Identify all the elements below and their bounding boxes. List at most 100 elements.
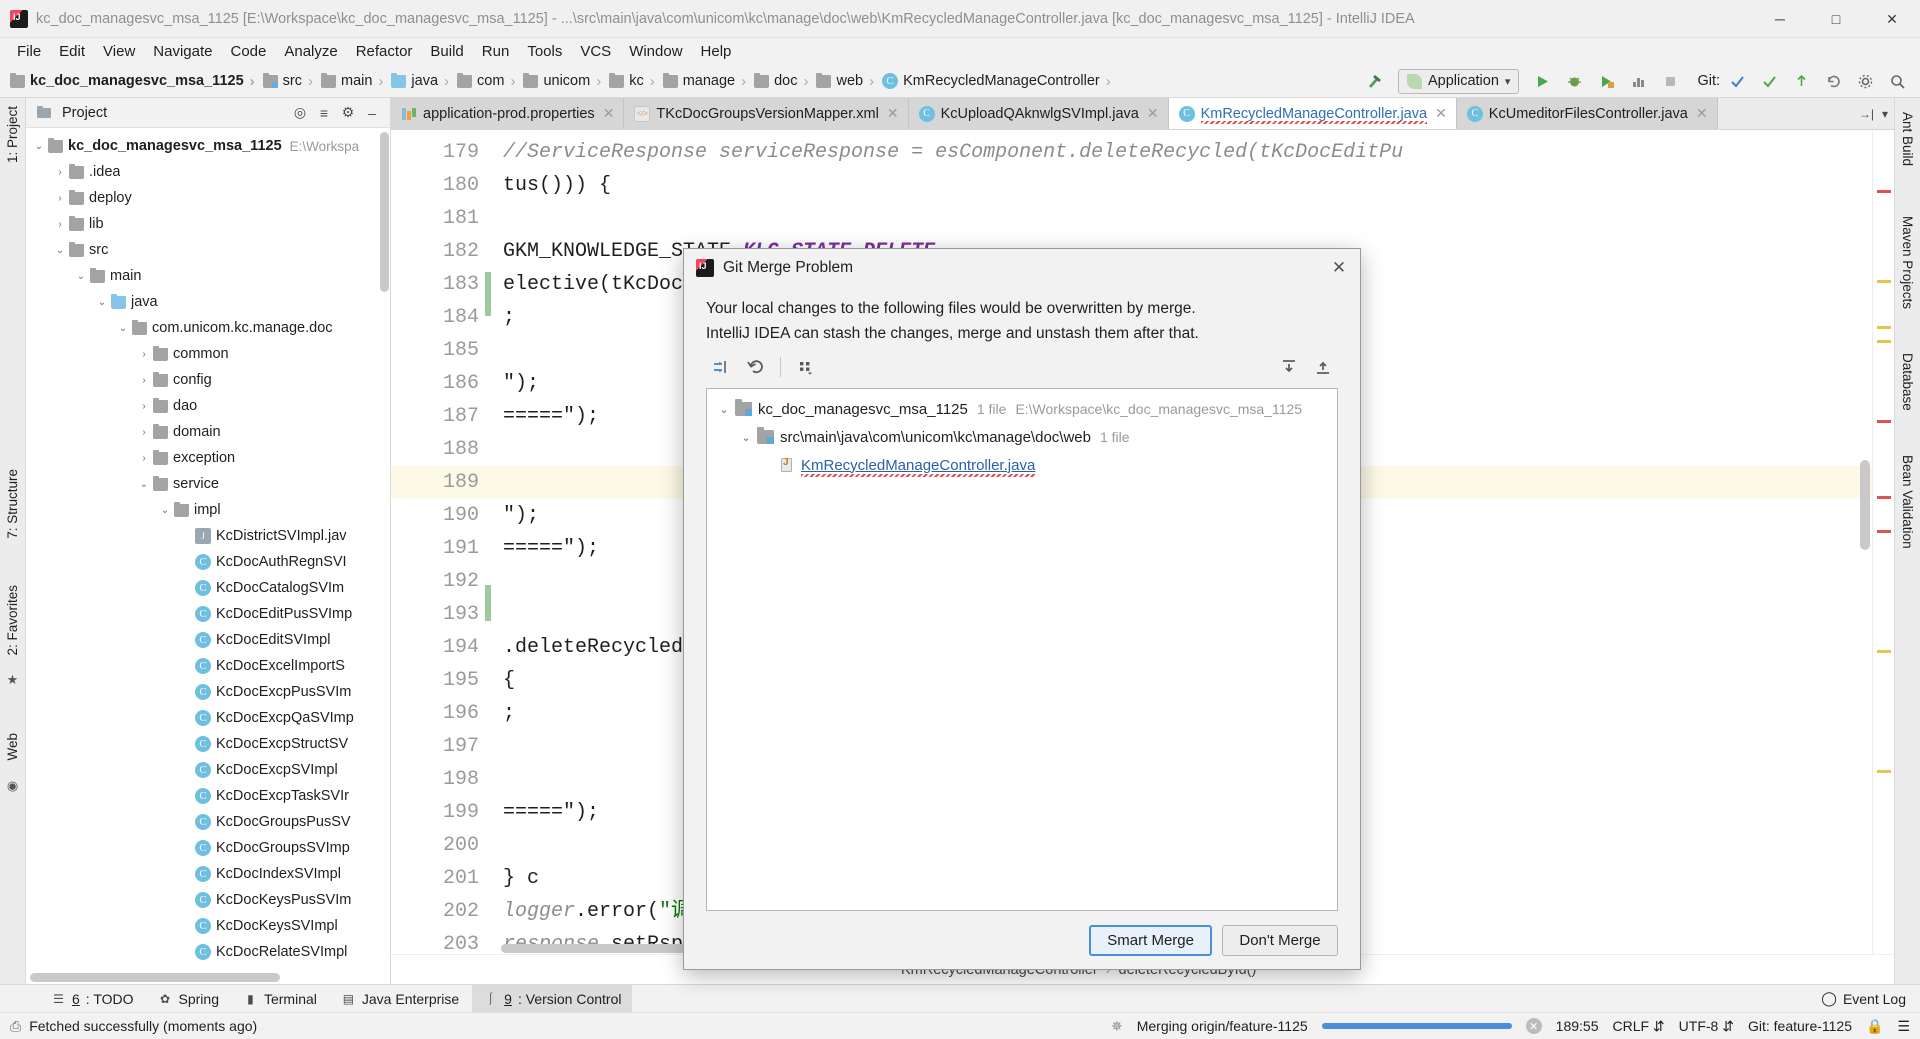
editor-tab[interactable]: C KcUploadQAknwlgSVImpl.java ✕ bbox=[908, 98, 1169, 129]
tree-expander-icon[interactable]: ⌄ bbox=[51, 245, 69, 256]
tab-list-icon[interactable]: →| bbox=[1859, 107, 1874, 121]
tree-expander-icon[interactable]: ⌄ bbox=[713, 403, 735, 416]
collapse-all-icon[interactable] bbox=[706, 353, 736, 381]
breadcrumb-web[interactable]: web › bbox=[812, 69, 878, 93]
breadcrumb-class[interactable]: C KmRecycledManageController › bbox=[878, 69, 1115, 93]
maximize-button[interactable]: □ bbox=[1808, 0, 1864, 38]
git-update-icon[interactable] bbox=[1722, 68, 1752, 94]
collapse-all-icon[interactable]: ≡ bbox=[312, 102, 336, 124]
strip-tab-project[interactable]: 1: Project bbox=[1, 98, 24, 171]
editor-tab[interactable]: </> TKcDocGroupsVersionMapper.xml ✕ bbox=[624, 98, 909, 129]
menu-refactor[interactable]: Refactor bbox=[347, 40, 422, 63]
tree-expander-icon[interactable]: › bbox=[135, 401, 153, 412]
menu-run[interactable]: Run bbox=[473, 40, 519, 63]
gear-icon[interactable]: ⚙ bbox=[336, 102, 360, 124]
menu-view[interactable]: View bbox=[94, 40, 144, 63]
revert-icon[interactable] bbox=[740, 353, 770, 381]
project-tree-row[interactable]: › config bbox=[26, 367, 390, 393]
project-tree-row[interactable]: C KcDocKeysSVImpl bbox=[26, 913, 390, 939]
git-branch-widget[interactable]: Git: feature-1125 bbox=[1748, 1018, 1852, 1034]
tree-expander-icon[interactable]: ⌄ bbox=[114, 323, 132, 334]
status-message[interactable]: Fetched successfully (moments ago) bbox=[29, 1018, 257, 1034]
menu-vcs[interactable]: VCS bbox=[571, 40, 620, 63]
debug-button[interactable] bbox=[1559, 68, 1589, 94]
project-tree-row[interactable]: C KcDocExcpPusSVIm bbox=[26, 679, 390, 705]
lock-icon[interactable]: 🔒 bbox=[1866, 1018, 1883, 1035]
breadcrumb-java[interactable]: java › bbox=[387, 69, 453, 93]
dialog-close-button[interactable]: ✕ bbox=[1326, 255, 1352, 281]
tab-overflow-control[interactable]: →| ▾ bbox=[1852, 98, 1894, 129]
git-commit-icon[interactable] bbox=[1754, 68, 1784, 94]
project-horizontal-scrollbar[interactable] bbox=[30, 973, 280, 982]
error-stripe-markers[interactable] bbox=[1872, 130, 1894, 954]
project-tree-row[interactable]: ⌄ kc_doc_managesvc_msa_1125 E:\Workspa bbox=[26, 133, 390, 159]
breadcrumb-project[interactable]: kc_doc_managesvc_msa_1125 › bbox=[6, 69, 259, 93]
close-icon[interactable]: ✕ bbox=[887, 105, 899, 122]
project-tree-row[interactable]: › lib bbox=[26, 211, 390, 237]
breadcrumb-doc[interactable]: doc › bbox=[750, 69, 812, 93]
tree-expander-icon[interactable]: › bbox=[135, 427, 153, 438]
breadcrumb-unicom[interactable]: unicom › bbox=[519, 69, 605, 93]
search-icon[interactable] bbox=[1882, 68, 1912, 94]
project-tree-row[interactable]: ⌄ java bbox=[26, 289, 390, 315]
undo-icon[interactable] bbox=[1818, 68, 1848, 94]
strip-tab-ant-build[interactable]: Ant Build bbox=[1896, 104, 1919, 174]
project-tree-row[interactable]: C KcDocExcpStructSV bbox=[26, 731, 390, 757]
tree-expander-icon[interactable]: ⌄ bbox=[30, 141, 48, 152]
menu-analyze[interactable]: Analyze bbox=[275, 40, 346, 63]
editor-tab[interactable]: C KcUmeditorFilesController.java ✕ bbox=[1456, 98, 1718, 129]
editor-vertical-scrollbar[interactable] bbox=[1860, 460, 1870, 550]
chevron-down-icon[interactable]: ▾ bbox=[1882, 107, 1888, 121]
tree-expander-icon[interactable]: › bbox=[51, 193, 69, 204]
close-icon[interactable]: ✕ bbox=[1435, 105, 1447, 122]
project-tree-row[interactable]: › common bbox=[26, 341, 390, 367]
project-tree-row[interactable]: C KcDocEditSVImpl bbox=[26, 627, 390, 653]
tree-expander-icon[interactable]: › bbox=[51, 219, 69, 230]
globe-icon[interactable]: ◉ bbox=[4, 777, 22, 795]
tool-window-button[interactable]: ▮ Terminal bbox=[232, 985, 328, 1013]
project-tree-row[interactable]: J KcDistrictSVImpl.jav bbox=[26, 523, 390, 549]
project-tree-row[interactable]: ⌄ com.unicom.kc.manage.doc bbox=[26, 315, 390, 341]
run-configuration-selector[interactable]: Application ▾ bbox=[1397, 68, 1520, 94]
project-tree-row[interactable]: ⌄ src bbox=[26, 237, 390, 263]
cancel-progress-button[interactable]: ✕ bbox=[1525, 1018, 1542, 1034]
project-tree-row[interactable]: › deploy bbox=[26, 185, 390, 211]
project-tree-row[interactable]: C KcDocEditPusSVImp bbox=[26, 601, 390, 627]
strip-tab-web[interactable]: Web bbox=[1, 725, 24, 769]
smart-merge-button[interactable]: Smart Merge bbox=[1089, 924, 1212, 956]
menu-help[interactable]: Help bbox=[692, 40, 741, 63]
breadcrumb-kc[interactable]: kc › bbox=[605, 69, 659, 93]
project-tree[interactable]: ⌄ kc_doc_managesvc_msa_1125 E:\Workspa › .id… bbox=[26, 128, 390, 984]
menu-window[interactable]: Window bbox=[620, 40, 691, 63]
breadcrumb-main[interactable]: main › bbox=[317, 69, 387, 93]
dialog-tree-row[interactable]: ⌄ kc_doc_managesvc_msa_1125 1 file E:\Works… bbox=[707, 395, 1337, 423]
settings-gear-icon[interactable] bbox=[1850, 68, 1880, 94]
menu-navigate[interactable]: Navigate bbox=[144, 40, 221, 63]
dialog-tree-row[interactable]: ⌄ src\main\java\com\unicom\kc\manage\doc\… bbox=[707, 423, 1337, 451]
project-tree-row[interactable]: › .idea bbox=[26, 159, 390, 185]
project-tree-row[interactable]: C KcDocIndexSVImpl bbox=[26, 861, 390, 887]
collapse-all-right-icon[interactable] bbox=[1308, 353, 1338, 381]
menu-build[interactable]: Build bbox=[421, 40, 472, 63]
project-tree-row[interactable]: ⌄ main bbox=[26, 263, 390, 289]
strip-tab-maven[interactable]: Maven Projects bbox=[1896, 208, 1919, 317]
breadcrumb-src[interactable]: src › bbox=[259, 69, 317, 93]
project-tree-row[interactable]: C KcDocCatalogSVIm bbox=[26, 575, 390, 601]
project-tree-row[interactable]: C KcDocExcpSVImpl bbox=[26, 757, 390, 783]
project-tree-row[interactable]: ⌄ impl bbox=[26, 497, 390, 523]
strip-tab-structure[interactable]: 7: Structure bbox=[1, 461, 24, 547]
tool-window-button[interactable]: ▤ Java Enterprise bbox=[330, 985, 470, 1013]
editor-tab[interactable]: C KmRecycledManageController.java ✕ bbox=[1168, 98, 1457, 129]
minimize-button[interactable]: ─ bbox=[1752, 0, 1808, 38]
tree-expander-icon[interactable]: › bbox=[51, 167, 69, 178]
target-icon[interactable]: ◎ bbox=[288, 102, 312, 124]
menu-tools[interactable]: Tools bbox=[518, 40, 571, 63]
strip-tab-favorites[interactable]: 2: Favorites bbox=[1, 577, 24, 664]
close-button[interactable]: ✕ bbox=[1864, 0, 1920, 38]
project-tree-row[interactable]: C KcDocRelateSVImpl bbox=[26, 939, 390, 965]
stop-button[interactable] bbox=[1655, 68, 1685, 94]
run-button[interactable] bbox=[1527, 68, 1557, 94]
event-log-area[interactable]: ◯ Event Log bbox=[1821, 990, 1920, 1007]
tree-expander-icon[interactable]: › bbox=[135, 453, 153, 464]
breadcrumb-manage[interactable]: manage › bbox=[659, 69, 750, 93]
